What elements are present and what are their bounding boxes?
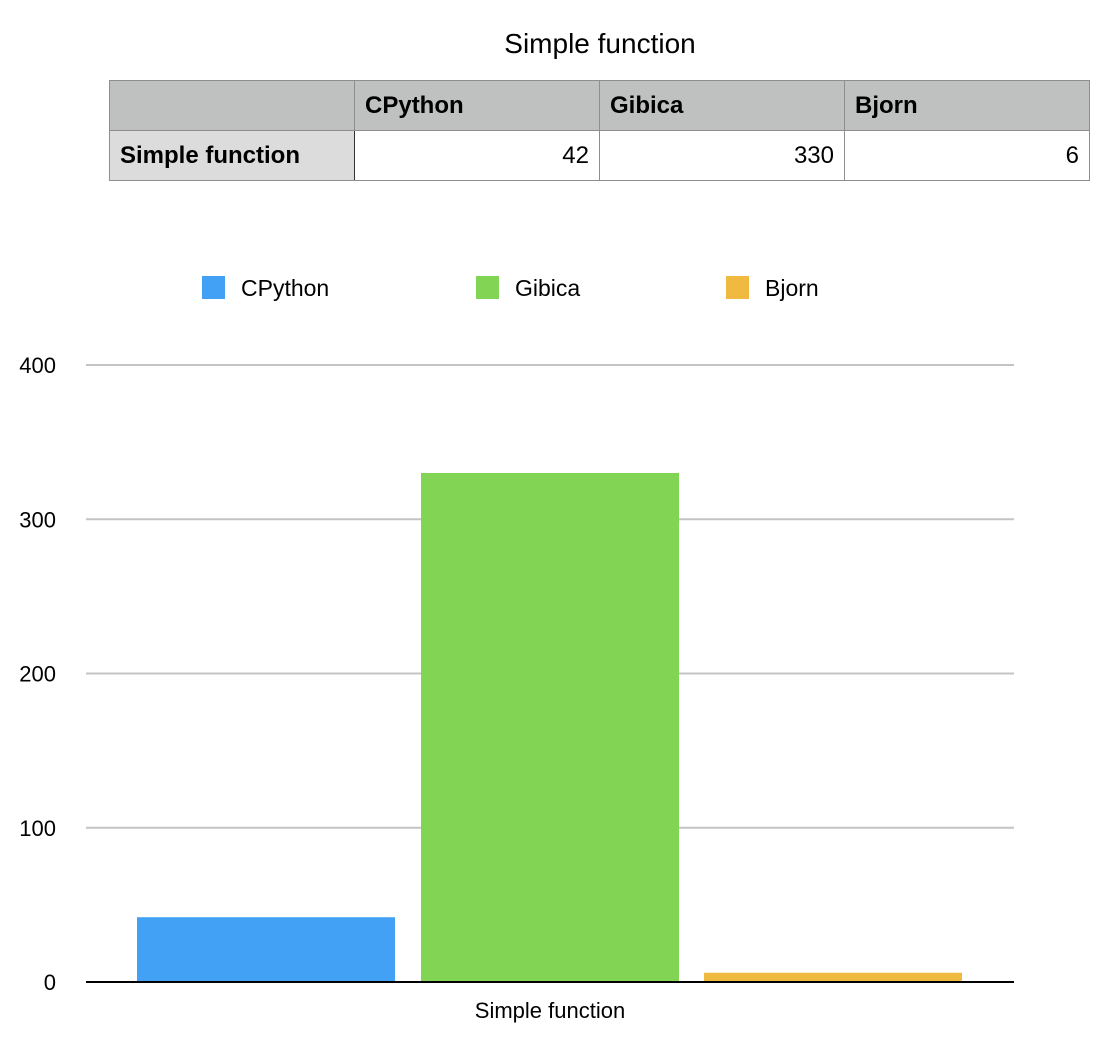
bar-gibica — [421, 472, 679, 982]
x-category-label: Simple function — [475, 998, 625, 1023]
y-tick-label: 0 — [44, 970, 56, 995]
bar-chart: 0 100 200 300 400 Simple function CPython Gibic… — [19, 275, 1014, 1023]
chart-title: Simple function — [504, 28, 696, 59]
legend-label: Gibica — [515, 275, 580, 301]
legend-swatch — [476, 276, 499, 299]
legend-swatch — [726, 276, 749, 299]
y-tick-label: 100 — [19, 816, 56, 841]
table-corner-cell — [109, 80, 355, 131]
bar-bjorn — [704, 972, 962, 982]
table-header-row: CPython Gibica Bjorn — [109, 80, 1090, 131]
y-tick-label: 200 — [19, 662, 56, 687]
table-cell: 6 — [844, 130, 1090, 181]
legend-label: CPython — [241, 275, 329, 301]
table-cell: 330 — [599, 130, 845, 181]
table-row: Simple function 42 330 6 — [109, 130, 1090, 181]
table-cell: 42 — [354, 130, 600, 181]
legend-label: Bjorn — [765, 275, 819, 301]
bar-cpython — [137, 917, 395, 982]
table-column-header: Gibica — [599, 80, 845, 131]
legend-swatch — [202, 276, 225, 299]
data-table: CPython Gibica Bjorn Simple function 42 … — [109, 80, 1090, 181]
y-tick-label: 400 — [19, 353, 56, 378]
table-column-header: CPython — [354, 80, 600, 131]
table-row-label: Simple function — [109, 130, 355, 181]
y-tick-label: 300 — [19, 507, 56, 532]
table-column-header: Bjorn — [844, 80, 1090, 131]
